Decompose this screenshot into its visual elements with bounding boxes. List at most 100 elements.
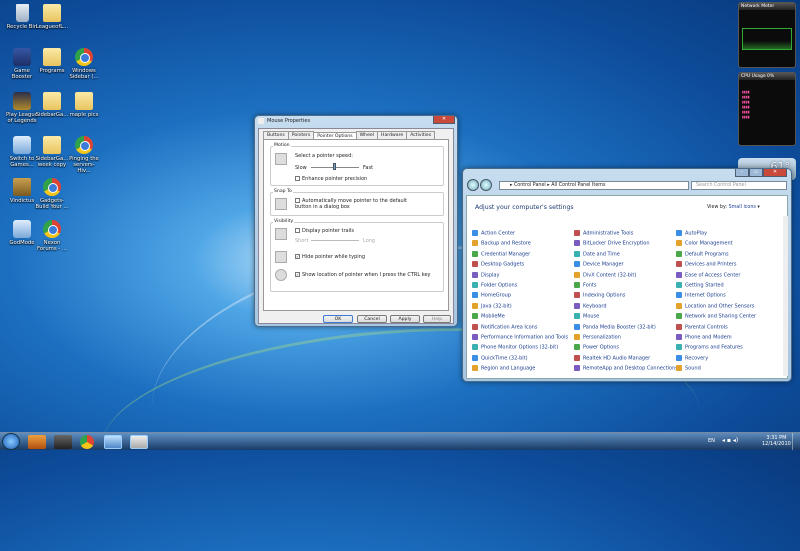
control-panel-item[interactable]: Location and Other Sensors bbox=[676, 302, 754, 309]
control-panel-item[interactable]: Programs and Features bbox=[676, 344, 743, 351]
control-panel-item[interactable]: Default Programs bbox=[676, 250, 729, 257]
precision-option[interactable]: Enhance pointer precision bbox=[295, 176, 367, 182]
control-panel-item[interactable]: Personalization bbox=[574, 334, 621, 341]
control-panel-item[interactable]: HomeGroup bbox=[472, 292, 511, 299]
control-panel-item[interactable]: Desktop Gadgets bbox=[472, 261, 524, 268]
control-panel-item[interactable]: Credential Manager bbox=[472, 250, 530, 257]
taskbar-app-2[interactable] bbox=[54, 435, 72, 449]
forward-button[interactable] bbox=[480, 179, 492, 191]
control-panel-item[interactable]: Date and Time bbox=[574, 250, 620, 257]
control-panel-item[interactable]: Devices and Printers bbox=[676, 261, 737, 268]
tab-activities[interactable]: Activities bbox=[406, 131, 436, 139]
tab-pointers[interactable]: Pointers bbox=[287, 131, 315, 139]
close-button[interactable]: ✕ bbox=[433, 116, 455, 124]
desktop-icon[interactable]: LeagueofL... bbox=[34, 4, 70, 30]
desktop-icon[interactable]: Windows Sidebar (... bbox=[66, 48, 102, 80]
tab-wheel[interactable]: Wheel bbox=[355, 131, 378, 139]
speed-slider-thumb[interactable] bbox=[333, 163, 336, 170]
network-meter-gadget[interactable]: Network Meter bbox=[738, 2, 796, 68]
precision-checkbox[interactable] bbox=[295, 176, 300, 181]
control-panel-item[interactable]: Getting Started bbox=[676, 282, 724, 289]
control-panel-taskbar-icon[interactable] bbox=[104, 435, 122, 449]
control-panel-item[interactable]: Parental Controls bbox=[676, 323, 728, 330]
control-panel-item[interactable]: Color Management bbox=[676, 240, 733, 247]
control-panel-item[interactable]: Recovery bbox=[676, 354, 708, 361]
control-panel-item[interactable]: Performance Information and Tools bbox=[472, 334, 568, 341]
cpu-usage-gadget[interactable]: CPU Usage 0% ▮▮▮▮ ▮▮▮▮ ▮▮▮▮ ▮▮▮▮ ▮▮▮▮ ▮▮▮▮ bbox=[738, 72, 796, 146]
control-panel-item[interactable]: Notification Area Icons bbox=[472, 323, 537, 330]
hide-option[interactable]: ✓ Hide pointer while typing bbox=[295, 254, 365, 260]
item-icon bbox=[574, 323, 580, 330]
desktop-icon[interactable]: Gadgets- Build Your ... bbox=[34, 178, 70, 210]
control-panel-item[interactable]: Device Manager bbox=[574, 261, 624, 268]
breadcrumb-all-items[interactable]: All Control Panel Items bbox=[551, 183, 605, 188]
control-panel-item[interactable]: QuickTime (32-bit) bbox=[472, 354, 528, 361]
control-panel-item[interactable]: Ease of Access Center bbox=[676, 271, 740, 278]
ctrl-option[interactable]: ✓ Show location of pointer when I press t… bbox=[295, 272, 430, 278]
control-panel-item[interactable]: Display bbox=[472, 271, 499, 278]
address-bar[interactable]: ▸ Control Panel ▸ All Control Panel Item… bbox=[499, 181, 689, 190]
desktop-icon[interactable]: Programs bbox=[34, 48, 70, 74]
control-panel-item[interactable]: Internet Options bbox=[676, 292, 726, 299]
desktop-icon[interactable]: Pinging the servers- Hiv... bbox=[66, 136, 102, 174]
item-icon bbox=[472, 313, 478, 320]
item-icon bbox=[676, 292, 682, 299]
mouse-taskbar-icon[interactable] bbox=[130, 435, 148, 449]
control-panel-item[interactable]: Phone Monitor Options (32-bit) bbox=[472, 344, 558, 351]
control-panel-item[interactable]: Fonts bbox=[574, 282, 597, 289]
control-panel-item[interactable]: Administrative Tools bbox=[574, 230, 633, 237]
back-button[interactable] bbox=[467, 179, 479, 191]
view-by-dropdown[interactable]: Small icons bbox=[729, 205, 756, 210]
snap-to-checkbox[interactable] bbox=[295, 198, 300, 203]
clock[interactable]: 3:31 PM 12/14/2010 bbox=[762, 435, 791, 447]
show-desktop-button[interactable] bbox=[792, 433, 800, 450]
control-panel-item[interactable]: Realtek HD Audio Manager bbox=[574, 354, 650, 361]
minimize-button[interactable]: – bbox=[735, 169, 749, 177]
search-input[interactable]: Search Control Panel bbox=[691, 181, 787, 190]
control-panel-item[interactable]: BitLocker Drive Encryption bbox=[574, 240, 650, 247]
desktop-icon[interactable]: maple pics bbox=[66, 92, 102, 118]
help-button[interactable]: Help bbox=[423, 315, 451, 323]
trails-checkbox[interactable] bbox=[295, 228, 300, 233]
cancel-button[interactable]: Cancel bbox=[357, 315, 387, 323]
chrome-taskbar-icon[interactable] bbox=[80, 435, 94, 449]
snap-to-option[interactable]: Automatically move pointer to the defaul… bbox=[295, 198, 415, 210]
apply-button[interactable]: Apply bbox=[390, 315, 420, 323]
hide-checkbox[interactable]: ✓ bbox=[295, 254, 300, 259]
desktop-icon[interactable]: SidebarGa... bbox=[34, 92, 70, 118]
control-panel-item[interactable]: DivX Content (32-bit) bbox=[574, 271, 636, 278]
desktop-icon[interactable]: SidebarGa... week copy bbox=[34, 136, 70, 168]
breadcrumb-control-panel[interactable]: Control Panel bbox=[514, 183, 546, 188]
mouse-properties-dialog[interactable]: Mouse Properties ✕ Buttons Pointers Poin… bbox=[254, 115, 458, 327]
control-panel-item[interactable]: Network and Sharing Center bbox=[676, 313, 756, 320]
taskbar-app-1[interactable] bbox=[28, 435, 46, 449]
control-panel-item[interactable]: AutoPlay bbox=[676, 230, 707, 237]
scrollbar[interactable] bbox=[783, 216, 788, 376]
control-panel-item[interactable]: Backup and Restore bbox=[472, 240, 531, 247]
maximize-button[interactable]: ▫ bbox=[749, 169, 763, 177]
control-panel-item[interactable]: MobileMe bbox=[472, 313, 505, 320]
control-panel-item[interactable]: Folder Options bbox=[472, 282, 517, 289]
control-panel-item[interactable]: Indexing Options bbox=[574, 292, 625, 299]
language-indicator[interactable]: EN bbox=[708, 438, 715, 444]
tray-icons[interactable]: ◂ ▪ ◂) bbox=[722, 437, 738, 444]
control-panel-item[interactable]: Action Center bbox=[472, 230, 515, 237]
control-panel-item[interactable]: Phone and Modem bbox=[676, 334, 732, 341]
start-button[interactable] bbox=[2, 433, 20, 450]
tab-hardware[interactable]: Hardware bbox=[377, 131, 408, 139]
control-panel-item[interactable]: Sound bbox=[676, 365, 701, 372]
close-button[interactable]: ✕ bbox=[763, 169, 787, 177]
control-panel-item[interactable]: Power Options bbox=[574, 344, 619, 351]
ok-button[interactable]: OK bbox=[323, 315, 353, 323]
ctrl-checkbox[interactable]: ✓ bbox=[295, 272, 300, 277]
desktop-icon-label: SidebarGa... week copy bbox=[35, 156, 69, 168]
control-panel-item[interactable]: Java (32-bit) bbox=[472, 302, 512, 309]
trails-option[interactable]: Display pointer trails bbox=[295, 228, 354, 234]
control-panel-item[interactable]: Keyboard bbox=[574, 302, 607, 309]
desktop-icon[interactable]: Nexon Forums - ... bbox=[34, 220, 70, 252]
control-panel-item[interactable]: RemoteApp and Desktop Connections bbox=[574, 365, 678, 372]
control-panel-item[interactable]: Mouse bbox=[574, 313, 599, 320]
control-panel-item[interactable]: Region and Language bbox=[472, 365, 535, 372]
control-panel-item[interactable]: Panda Media Booster (32-bit) bbox=[574, 323, 656, 330]
tab-buttons[interactable]: Buttons bbox=[263, 131, 289, 139]
